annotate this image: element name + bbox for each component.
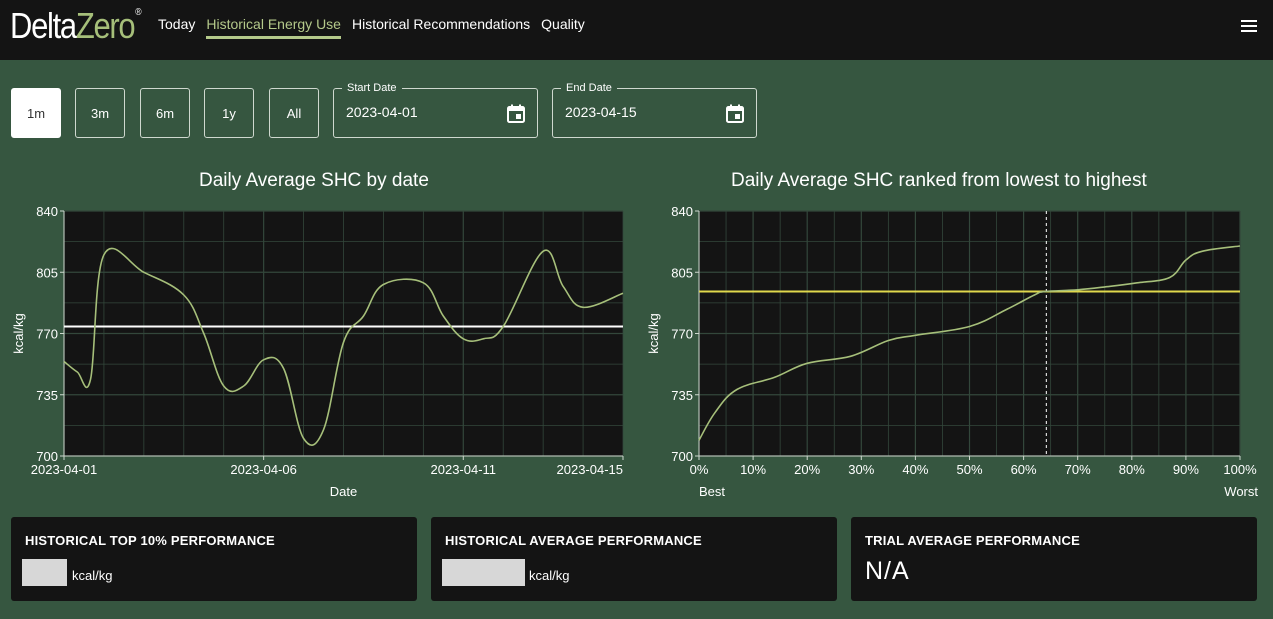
y-axis-title: kcal/kg xyxy=(646,313,661,353)
y-tick-label: 770 xyxy=(671,327,693,342)
y-tick-label: 840 xyxy=(671,204,693,219)
card-trial-average-performance: TRIAL AVERAGE PERFORMANCE N/A xyxy=(851,517,1257,601)
y-tick-label: 735 xyxy=(671,388,693,403)
y-tick-label: 770 xyxy=(36,327,58,342)
x-tick-label: 10% xyxy=(740,462,766,477)
x-tick-label: 50% xyxy=(956,462,982,477)
redacted-value xyxy=(22,559,67,586)
card-unit: kcal/kg xyxy=(529,568,570,583)
y-tick-label: 805 xyxy=(36,265,58,280)
y-tick-label: 840 xyxy=(36,204,58,219)
x-tick-label: 90% xyxy=(1173,462,1199,477)
x-tick-label: 2023-04-01 xyxy=(31,462,98,477)
y-tick-label: 735 xyxy=(36,388,58,403)
x-tick-label: 2023-04-11 xyxy=(431,462,497,477)
card-value: N/A xyxy=(865,557,910,585)
x-tick-label: 70% xyxy=(1065,462,1091,477)
x-tick-label: 60% xyxy=(1011,462,1037,477)
x-tick-label: 2023-04-06 xyxy=(230,462,297,477)
redacted-value xyxy=(442,559,525,586)
chart-shc-by-date: 7007357708058402023-04-01 2023-04-06 2023-… xyxy=(11,204,624,499)
x-axis-label-best: Best xyxy=(699,484,725,499)
y-tick-label: 805 xyxy=(671,265,693,280)
x-tick-label: 2023-04-15 xyxy=(557,462,624,477)
card-average-performance: HISTORICAL AVERAGE PERFORMANCE kcal/kg xyxy=(431,517,837,601)
card-unit: kcal/kg xyxy=(72,568,113,583)
y-axis-title: kcal/kg xyxy=(11,313,26,353)
x-axis-title: Date xyxy=(330,484,357,499)
chart-shc-ranked: 7007357708058400% 10% 20% 30% 40% 50% 60% 70% 80… xyxy=(646,204,1258,499)
card-title: TRIAL AVERAGE PERFORMANCE xyxy=(865,533,1080,548)
x-tick-label: 30% xyxy=(848,462,874,477)
card-title: HISTORICAL AVERAGE PERFORMANCE xyxy=(445,533,702,548)
x-tick-label: 80% xyxy=(1119,462,1145,477)
x-tick-label: 20% xyxy=(794,462,820,477)
x-tick-label: 40% xyxy=(902,462,928,477)
card-top10-performance: HISTORICAL TOP 10% PERFORMANCE kcal/kg xyxy=(11,517,417,601)
card-title: HISTORICAL TOP 10% PERFORMANCE xyxy=(25,533,275,548)
x-tick-label: 100% xyxy=(1223,462,1257,477)
x-axis-label-worst: Worst xyxy=(1224,484,1258,499)
x-tick-label: 0% xyxy=(690,462,709,477)
